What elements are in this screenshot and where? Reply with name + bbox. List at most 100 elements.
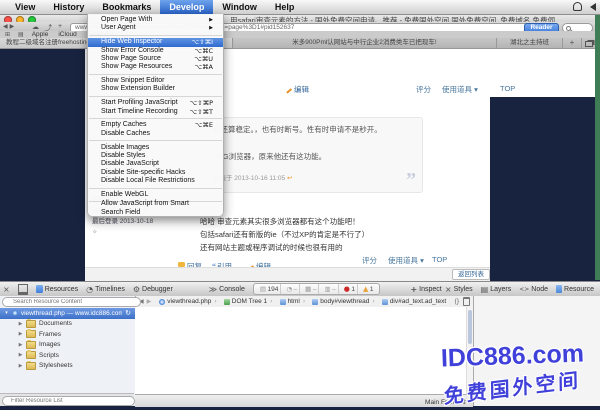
breadcrumb-item-1[interactable]: viewthread.php bbox=[159, 298, 211, 305]
disclosure-icon[interactable]: ▾ bbox=[4, 310, 9, 316]
menu-item-hide-web-inspector[interactable]: Hide Web Inspector⌥⇧⌘I bbox=[88, 38, 223, 46]
node-panel-tab[interactable]: <>Node bbox=[515, 282, 552, 296]
post1-rate-link[interactable]: 评分 bbox=[416, 84, 431, 95]
post1-tools-link[interactable]: 使用道具 ▾ bbox=[442, 84, 478, 95]
menu-item-start-timeline-recording[interactable]: Start Timeline Recording⌥⇧⌘T bbox=[88, 108, 223, 116]
layers-panel-tab[interactable]: ▤Layers bbox=[477, 282, 516, 296]
menu-window[interactable]: Window bbox=[213, 0, 265, 14]
reload-resource-icon[interactable]: ↻ bbox=[125, 309, 131, 317]
topsites-grid-icon[interactable]: ⊞ bbox=[5, 31, 10, 38]
dock-side-button[interactable] bbox=[14, 282, 32, 296]
close-icon: × bbox=[3, 285, 10, 294]
reading-list-icon[interactable]: ▤ bbox=[18, 31, 24, 38]
tab-overview-button[interactable] bbox=[582, 38, 595, 48]
menu-develop[interactable]: Develop bbox=[160, 0, 213, 14]
inspector-close-button[interactable]: × bbox=[0, 282, 14, 296]
nav-buttons[interactable]: ◀▶ bbox=[3, 23, 16, 30]
bookmark-icloud[interactable]: iCloud bbox=[58, 31, 76, 38]
menu-item-user-agent[interactable]: User Agent▶ bbox=[88, 24, 223, 32]
post1-edit-link[interactable]: 编辑 bbox=[286, 84, 309, 95]
inspect-button[interactable]: +Inspect bbox=[406, 282, 445, 296]
tree-folder-stylesheets[interactable]: ▶Stylesheets bbox=[0, 361, 135, 372]
timelines-tab[interactable]: ◔Timelines bbox=[82, 282, 129, 296]
post2-rate-link[interactable]: 评分 bbox=[362, 255, 377, 266]
goto-post-icon[interactable]: ↩ bbox=[287, 174, 292, 182]
menu-item-disable-javascript[interactable]: Disable JavaScript bbox=[88, 160, 223, 168]
breadcrumb-item-5[interactable]: div#ad_text.ad_text bbox=[382, 298, 446, 305]
console-button[interactable]: ≫Console bbox=[205, 282, 249, 296]
resources-icon bbox=[36, 285, 43, 293]
menu-view[interactable]: View bbox=[6, 0, 44, 14]
memory-badge[interactable]: ▥– bbox=[322, 284, 338, 294]
resource-search-input[interactable] bbox=[2, 297, 141, 307]
menu-item-disable-styles[interactable]: Disable Styles bbox=[88, 152, 223, 160]
menu-item-disable-caches[interactable]: Disable Caches bbox=[88, 130, 223, 138]
menu-history[interactable]: History bbox=[44, 0, 93, 14]
scrollbar-thumb[interactable] bbox=[468, 310, 472, 344]
layout-badge[interactable]: ▦– bbox=[303, 284, 319, 294]
disclosure-icon[interactable]: ▶ bbox=[18, 352, 23, 358]
menu-item-disable-site-specific-hacks[interactable]: Disable Site-specific Hacks bbox=[88, 169, 223, 177]
warning-count-badge[interactable]: ▲1 bbox=[361, 284, 376, 294]
resource-panel-tab[interactable]: Resource bbox=[552, 282, 598, 296]
edit-pencil-icon bbox=[286, 89, 292, 94]
trash-icon[interactable] bbox=[463, 297, 470, 306]
new-tab-button[interactable]: + bbox=[563, 38, 582, 48]
menu-item-label: Disable Styles bbox=[101, 152, 145, 160]
web-inspector: × Resources ◔Timelines ⚙Debugger ≫Consol… bbox=[0, 281, 600, 406]
tree-folder-images[interactable]: ▶Images bbox=[0, 340, 135, 351]
menu-item-disable-images[interactable]: Disable Images bbox=[88, 144, 223, 152]
menu-item-empty-caches[interactable]: Empty Caches⌥⌘E bbox=[88, 121, 223, 129]
tree-root-viewthread[interactable]: ▾viewthread.php — www.idc886.com↻ bbox=[0, 308, 135, 319]
menu-item-show-extension-builder[interactable]: Show Extension Builder bbox=[88, 85, 223, 93]
tab-2[interactable]: 米多900Pml认网站与中行企业2消费类车已把现车! bbox=[233, 38, 497, 48]
resources-tab[interactable]: Resources bbox=[32, 282, 82, 296]
tree-folder-label: Frames bbox=[39, 331, 61, 338]
post2-top-link[interactable]: TOP bbox=[432, 255, 447, 264]
menu-item-show-snippet-editor[interactable]: Show Snippet Editor bbox=[88, 77, 223, 85]
notification-icon[interactable] bbox=[573, 2, 582, 11]
menu-item-show-page-resources[interactable]: Show Page Resources⌥⌘A bbox=[88, 63, 223, 71]
menu-item-open-page-with[interactable]: Open Page With▶ bbox=[88, 16, 223, 24]
doc-icon bbox=[280, 299, 286, 305]
filter-resource-input[interactable] bbox=[2, 396, 135, 406]
menu-separator bbox=[89, 74, 222, 75]
breadcrumb-item-2[interactable]: DOM Tree 1 bbox=[224, 298, 267, 305]
tree-folder-documents[interactable]: ▶Documents bbox=[0, 319, 135, 330]
menu-item-show-page-source[interactable]: Show Page Source⌥⌘U bbox=[88, 55, 223, 63]
menu-item-show-error-console[interactable]: Show Error Console⌥⌘C bbox=[88, 47, 223, 55]
menu-item-start-profiling-javascript[interactable]: Start Profiling JavaScript⌥⇧⌘P bbox=[88, 99, 223, 107]
tree-folder-scripts[interactable]: ▶Scripts bbox=[0, 350, 135, 361]
error-count-badge[interactable]: ●1 bbox=[342, 284, 358, 294]
frame-selector[interactable]: Main Frame ⇕ bbox=[425, 398, 467, 406]
post2-tools-link[interactable]: 使用道具 ▾ bbox=[388, 255, 424, 266]
resource-count-badge[interactable]: ▤194 bbox=[258, 284, 282, 294]
menu-item-disable-local-file-restrictions[interactable]: Disable Local File Restrictions bbox=[88, 177, 223, 185]
post1-top-link[interactable]: TOP bbox=[500, 84, 515, 93]
breadcrumb-item-4[interactable]: body#viewthread bbox=[312, 298, 369, 305]
forward-icon[interactable]: ▶ bbox=[10, 23, 17, 30]
bookmark-apple[interactable]: Apple bbox=[32, 31, 49, 38]
tree-folder-frames[interactable]: ▶ Frames bbox=[0, 329, 135, 340]
menu-item-allow-javascript-from-smart-search-field[interactable]: Allow JavaScript from Smart Search Field bbox=[88, 205, 223, 213]
pretty-print-icon[interactable]: {} bbox=[455, 298, 459, 305]
debugger-tab[interactable]: ⚙Debugger bbox=[129, 282, 177, 296]
breadcrumb-item-3[interactable]: html bbox=[280, 298, 300, 305]
back-to-list-button[interactable]: 返回列表 bbox=[452, 269, 490, 280]
menu-bookmarks[interactable]: Bookmarks bbox=[93, 0, 160, 14]
menu-help[interactable]: Help bbox=[266, 0, 304, 14]
new-tab-icon[interactable]: + bbox=[58, 23, 62, 30]
disclosure-icon[interactable]: ▶ bbox=[18, 342, 23, 348]
history-forward-icon[interactable]: ▶ bbox=[147, 298, 152, 305]
disclosure-icon[interactable]: ▶ bbox=[18, 331, 23, 337]
styles-panel-tab[interactable]: ×Styles bbox=[441, 282, 477, 296]
disclosure-icon[interactable]: ▶ bbox=[18, 321, 23, 327]
time-badge[interactable]: ◔– bbox=[284, 284, 300, 294]
tab-overview-icon bbox=[585, 41, 593, 47]
volume-icon[interactable] bbox=[590, 3, 596, 11]
menu-item-enable-webgl[interactable]: Enable WebGL bbox=[88, 191, 223, 199]
disclosure-icon[interactable]: ▶ bbox=[18, 363, 23, 369]
tab-3[interactable]: 湖北之主持班 bbox=[497, 38, 563, 48]
back-icon[interactable]: ◀ bbox=[3, 23, 10, 30]
topsites-icon[interactable]: ☁ bbox=[32, 23, 39, 31]
